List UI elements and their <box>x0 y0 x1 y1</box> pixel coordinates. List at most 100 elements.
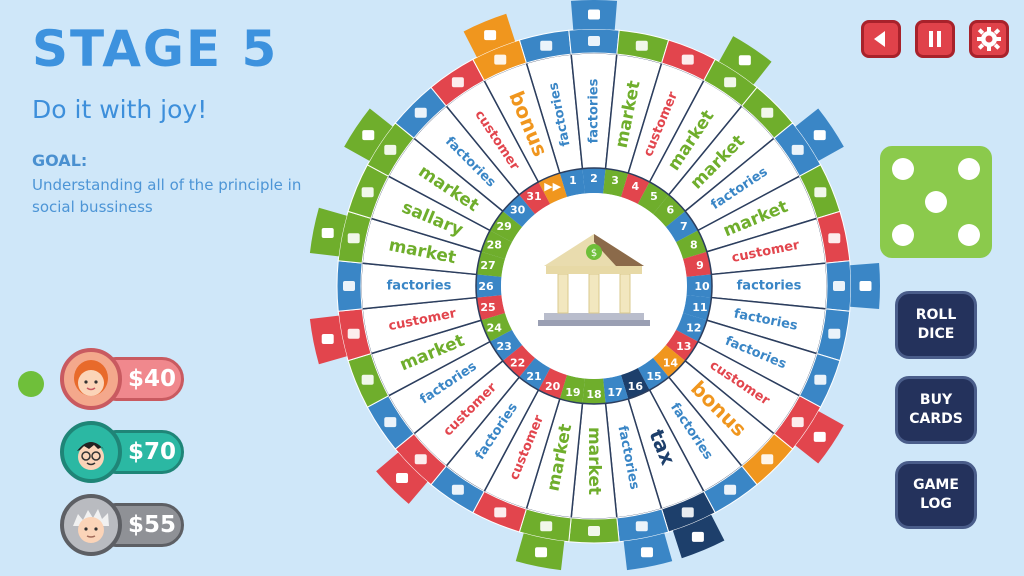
space-factories-icon <box>540 40 553 51</box>
space-factories-icon <box>791 144 804 155</box>
player-money: $40 <box>128 366 177 392</box>
space-customer-icon <box>791 417 804 428</box>
space-number: 22 <box>510 356 525 369</box>
building-icon <box>859 281 872 291</box>
space-number: 25 <box>480 301 495 314</box>
space-number: 14 <box>663 356 679 369</box>
current-turn-indicator <box>18 371 44 397</box>
space-market-icon <box>635 40 648 51</box>
game-log-button[interactable]: GAME LOG <box>895 461 977 529</box>
player-money: $55 <box>128 512 177 538</box>
building-icon <box>813 130 826 141</box>
space-number: 12 <box>686 321 701 334</box>
goal-label: GOAL: <box>32 151 88 170</box>
avatar-grandpa <box>60 494 122 556</box>
building-icon <box>362 130 375 141</box>
player-card-grandpa[interactable]: $55 <box>60 494 186 556</box>
space-number: 3 <box>611 174 619 187</box>
space-number: 29 <box>497 220 512 233</box>
roll-dice-button[interactable]: ROLL DICE <box>895 291 977 359</box>
space-number: 17 <box>607 386 622 399</box>
space-number: 10 <box>694 280 710 293</box>
player-card-red-hair[interactable]: $40 <box>60 348 186 410</box>
space-factories-icon <box>635 521 648 532</box>
dice[interactable] <box>880 146 992 258</box>
space-number: 20 <box>545 380 561 393</box>
building-icon <box>640 547 653 558</box>
space-number: 6 <box>667 204 675 217</box>
gear-icon <box>977 27 1001 51</box>
space-factories-icon <box>724 484 737 495</box>
back-icon <box>874 31 885 47</box>
building-icon <box>321 228 334 239</box>
space-number: 2 <box>590 172 598 185</box>
glasses-boy-icon <box>77 442 105 470</box>
space-customer-icon <box>451 77 464 88</box>
building-icon <box>321 333 334 344</box>
avatar-red-hair <box>60 348 122 410</box>
space-factories-icon <box>828 328 841 339</box>
buy-cards-button[interactable]: BUY CARDS <box>895 376 977 444</box>
dice-pip <box>958 224 980 246</box>
svg-text:$: $ <box>591 248 597 259</box>
dice-pip <box>925 191 947 213</box>
grandpa-icon <box>73 509 109 543</box>
space-number: 28 <box>487 239 502 252</box>
building-icon <box>396 472 409 483</box>
space-market-icon <box>814 187 827 198</box>
space-customer-icon <box>681 54 694 65</box>
avatar-glasses <box>60 421 122 483</box>
space-customer-icon <box>414 454 427 465</box>
space-number: 1 <box>569 174 577 187</box>
space-market-icon <box>761 107 774 118</box>
space-factories-icon <box>814 374 827 385</box>
building-icon <box>813 431 826 442</box>
building-icon <box>738 55 751 66</box>
space-number: 23 <box>497 340 512 353</box>
space-factories-icon <box>414 107 427 118</box>
game-board: 1factories2factories3market4customer5mar… <box>309 0 880 571</box>
pause-button[interactable] <box>915 20 955 58</box>
space-number: 26 <box>478 280 494 293</box>
space-number: 11 <box>692 301 707 314</box>
settings-button[interactable] <box>969 20 1009 58</box>
space-tax-icon <box>681 507 694 518</box>
space-label: factories <box>387 279 452 294</box>
dice-pip <box>892 158 914 180</box>
dice-pip <box>892 224 914 246</box>
space-factories-icon <box>833 281 845 291</box>
player-money: $70 <box>128 439 177 465</box>
space-number: 18 <box>586 388 601 401</box>
space-number: 9 <box>696 259 704 272</box>
red-hair-girl-icon <box>74 360 108 396</box>
space-market-icon <box>384 144 397 155</box>
space-number: 4 <box>632 180 640 193</box>
building-icon <box>691 531 704 542</box>
buy-cards-label: BUY CARDS <box>909 392 963 427</box>
space-factories-icon <box>384 417 397 428</box>
space-number: 8 <box>690 239 698 252</box>
space-market-icon <box>347 233 360 244</box>
space-customer-icon <box>828 233 841 244</box>
space-customer-icon <box>494 507 507 518</box>
goal-text: Understanding all of the principle in so… <box>32 176 302 216</box>
space-number: 21 <box>526 370 541 383</box>
space-market-icon <box>361 374 374 385</box>
space-sallary-icon <box>361 187 374 198</box>
space-number: ▶▶ <box>544 180 561 193</box>
space-bonus-icon <box>761 454 774 465</box>
player-card-glasses[interactable]: $70 <box>60 421 186 483</box>
building-icon <box>535 547 548 558</box>
space-number: 7 <box>680 220 688 233</box>
game-log-label: GAME LOG <box>913 477 959 512</box>
space-customer-icon <box>347 328 360 339</box>
space-factories-icon <box>451 484 464 495</box>
space-number: 13 <box>676 340 691 353</box>
space-number: 24 <box>487 321 503 334</box>
space-number: 19 <box>565 386 580 399</box>
space-number: 30 <box>510 204 526 217</box>
building-icon <box>588 9 600 20</box>
roll-dice-label: ROLL DICE <box>915 307 957 342</box>
back-button[interactable] <box>861 20 901 58</box>
space-label: market <box>584 427 604 495</box>
